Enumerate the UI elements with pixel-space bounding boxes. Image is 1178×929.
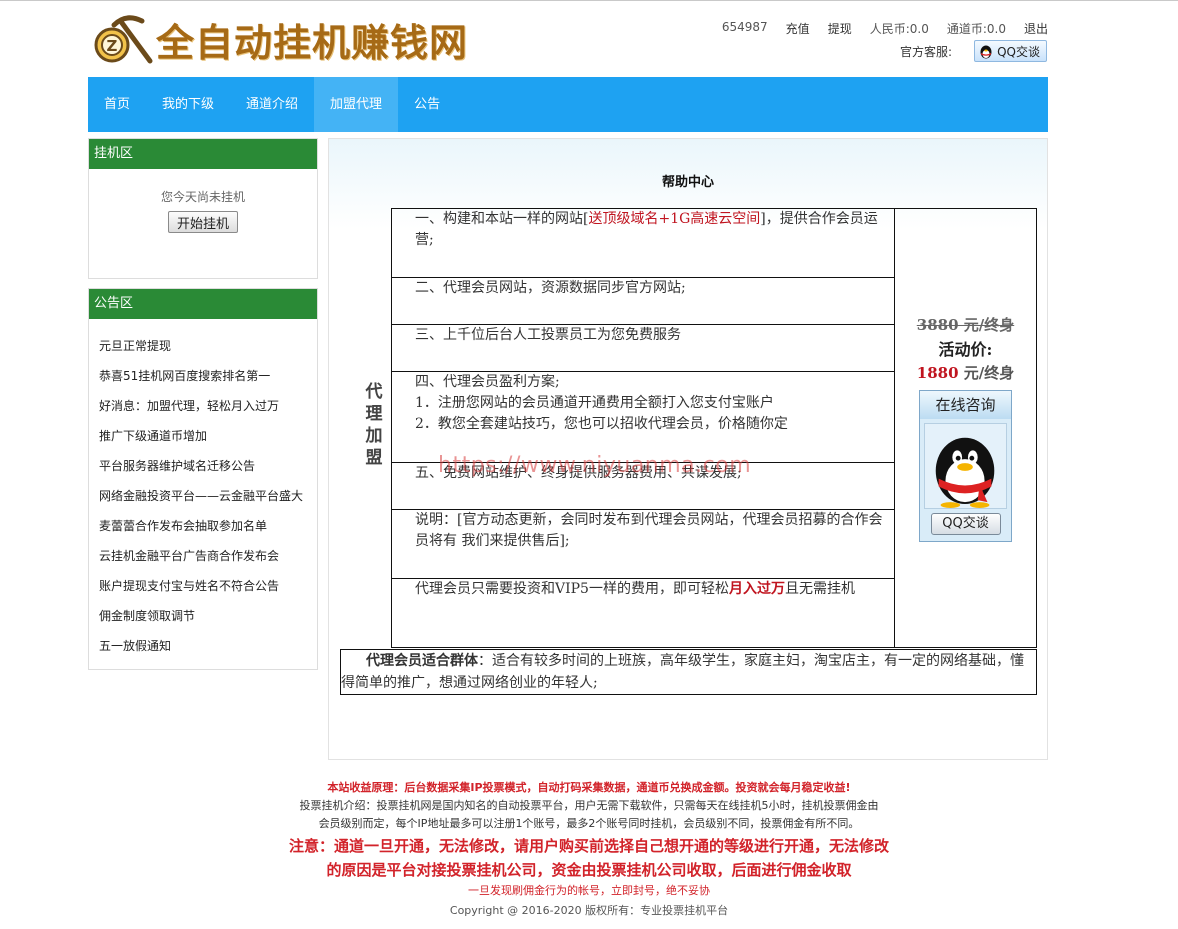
plan-row-7-highlight: 月入过万 [728,581,785,597]
footer-ban-notice: 一旦发现刷佣金行为的帐号，立即封号，绝不妥协 [468,884,710,897]
agent-side-label: 代理加盟 [365,382,383,468]
footer-earning-principle: 本站收益原理：后台数据采集IP投票模式，自动打码采集数据，通道币兑换成金额。投资… [327,781,851,794]
hang-panel: 挂机区 您今天尚未挂机 开始挂机 [88,138,318,279]
hang-status-text: 您今天尚未挂机 [160,190,245,204]
customer-service: 官方客服: QQ交谈 [900,40,1047,62]
qq-penguin-icon [980,45,992,58]
plan-row-5-text: 五、免费网站维护、终身提供服务器费用、共谋发展; [415,465,742,481]
user-id: 654987 [721,20,768,34]
nav-item-home[interactable]: 首页 [88,77,146,132]
plan-row-5: 五、免费网站维护、终身提供服务器费用、共谋发展; [391,462,895,510]
notice-item[interactable]: 好消息：加盟代理，轻松月入过万 [99,391,317,421]
qq-penguin-icon [924,422,1007,509]
plan-row-2: 二、代理会员网站，资源数据同步官方网站; [391,277,895,325]
plan-row-6-text: 说明：[官方动态更新，会同时发布到代理会员网站，代理会员招募的合作会员将有 我们… [415,512,883,549]
user-bar: 654987 充值 提现 人民币:0.0 通道币:0.0 退出 [704,20,1048,37]
footer: 本站收益原理：后台数据采集IP投票模式，自动打码采集数据，通道币兑换成金额。投资… [150,779,1028,921]
channel-balance: 通道币:0.0 [946,22,1006,36]
plan-row-3: 三、上千位后台人工投票员工为您免费服务 [391,324,895,372]
consult-qq-button[interactable]: QQ交谈 [930,512,1001,535]
agent-plan-table: 一、构建和本站一样的网站[送顶级域名+1G高速云空间]，提供合作会员运营; 38… [391,208,1037,648]
plan-row-1-text-a: 一、构建和本站一样的网站[ [415,211,589,227]
notice-item[interactable]: 网络金融投资平台——云金融平台盛大 [99,481,317,511]
withdraw-link[interactable]: 提现 [828,20,852,37]
activity-price-unit: 元/终身 [958,363,1015,382]
svg-text:Z: Z [107,37,118,55]
plan-row-1: 一、构建和本站一样的网站[送顶级域名+1G高速云空间]，提供合作会员运营; [391,208,895,278]
original-price: 3880 元/终身 [916,315,1015,334]
activity-price-value: 1880 [916,363,959,382]
pickaxe-coin-icon: Z [94,15,153,64]
plan-row-4-item-1: 1．注册您网站的会员通道开通费用全额打入您支付宝账户 [415,395,774,411]
qq-chat-button[interactable]: QQ交谈 [974,40,1047,62]
plan-row-3-text: 三、上千位后台人工投票员工为您免费服务 [415,327,681,343]
nav-item-my-downline[interactable]: 我的下级 [146,77,230,132]
nav-item-announcement[interactable]: 公告 [398,77,456,132]
price-cell: 3880 元/终身 活动价: 1880 元/终身 在线咨询 QQ交谈 [894,208,1037,648]
target-crowd-label: 代理会员适合群体 [366,653,478,669]
logout-link[interactable]: 退出 [1024,20,1048,37]
footer-intro-line-2: 会员级别而定，每个IP地址最多可以注册1个账号，最多2个账号同时挂机，会员级别不… [318,817,860,830]
hang-panel-title: 挂机区 [89,139,317,169]
plan-row-1-highlight: 送顶级域名+1G高速云空间 [588,211,761,227]
online-consult-title: 在线咨询 [920,390,1011,419]
footer-copyright: Copyright @ 2016-2020 版权所有：专业投票挂机平台 [449,904,729,917]
main-nav: 首页 我的下级 通道介绍 加盟代理 公告 [88,77,1048,132]
site-logo[interactable]: Z 全自动挂机赚钱网 [92,10,468,68]
notice-panel: 公告区 元旦正常提现 恭喜51挂机网百度搜索排名第一 好消息：加盟代理，轻松月入… [88,288,318,670]
notice-item[interactable]: 恭喜51挂机网百度搜索排名第一 [99,361,317,391]
notice-panel-title: 公告区 [89,289,317,319]
footer-intro-line-1: 投票挂机介绍：投票挂机网是国内知名的自动投票平台，用户无需下载软件，只需每天在线… [299,799,879,812]
notice-item[interactable]: 平台服务器维护域名迁移公告 [99,451,317,481]
plan-row-7-text-b: 且无需挂机 [784,581,855,597]
notice-item[interactable]: 佣金制度领取调节 [99,601,317,631]
service-label: 官方客服: [900,44,953,59]
plan-row-4-title: 四、代理会员盈利方案; [415,374,560,390]
plan-row-2-text: 二、代理会员网站，资源数据同步官方网站; [415,280,686,296]
plan-row-4-item-2: 2．教您全套建站技巧，您也可以招收代理会员，价格随你定 [415,416,788,432]
target-crowd-box: 代理会员适合群体：适合有较多时间的上班族，高年级学生，家庭主妇，淘宝店主，有一定… [340,649,1037,695]
notice-list: 元旦正常提现 恭喜51挂机网百度搜索排名第一 好消息：加盟代理，轻松月入过万 推… [89,319,317,661]
notice-item[interactable]: 云挂机金融平台广告商合作发布会 [99,541,317,571]
qq-chat-label: QQ交谈 [997,44,1040,59]
top-border [0,0,1178,1]
notice-item[interactable]: 麦蕾蕾合作发布会抽取参加名单 [99,511,317,541]
plan-row-7: 代理会员只需要投资和VIP5一样的费用，即可轻松月入过万且无需挂机 [391,578,895,648]
nav-item-agent-join[interactable]: 加盟代理 [314,77,399,132]
page-title: 帮助中心 [661,175,714,190]
plan-row-4: 四、代理会员盈利方案; 1．注册您网站的会员通道开通费用全额打入您支付宝账户 2… [391,371,895,463]
recharge-link[interactable]: 充值 [786,20,810,37]
plan-row-7-text-a: 代理会员只需要投资和VIP5一样的费用，即可轻松 [415,581,729,597]
online-consult-box: 在线咨询 QQ交谈 [919,389,1012,542]
nav-item-channel-intro[interactable]: 通道介绍 [230,77,314,132]
activity-price-label: 活动价: [938,339,993,359]
rmb-balance: 人民币:0.0 [869,22,929,36]
activity-price: 1880 元/终身 [895,363,1036,384]
footer-warning-line-1: 注意：通道一旦开通，无法修改，请用户购买前选择自己想开通的等级进行开通，无法修改 [288,837,889,855]
notice-item[interactable]: 元旦正常提现 [99,331,317,361]
footer-warning-line-2: 的原因是平台对接投票挂机公司，资金由投票挂机公司收取，后面进行佣金收取 [326,861,852,879]
plan-row-6: 说明：[官方动态更新，会同时发布到代理会员网站，代理会员招募的合作会员将有 我们… [391,509,895,579]
notice-item[interactable]: 五一放假通知 [99,631,317,661]
notice-item[interactable]: 账户提现支付宝与姓名不符合公告 [99,571,317,601]
start-hang-button[interactable]: 开始挂机 [168,211,238,233]
help-center-panel: 帮助中心 代理加盟 一、构建和本站一样的网站[送顶级域名+1G高速云空间]，提供… [328,138,1048,760]
site-title: 全自动挂机赚钱网 [156,19,469,65]
notice-item[interactable]: 推广下级通道币增加 [99,421,317,451]
